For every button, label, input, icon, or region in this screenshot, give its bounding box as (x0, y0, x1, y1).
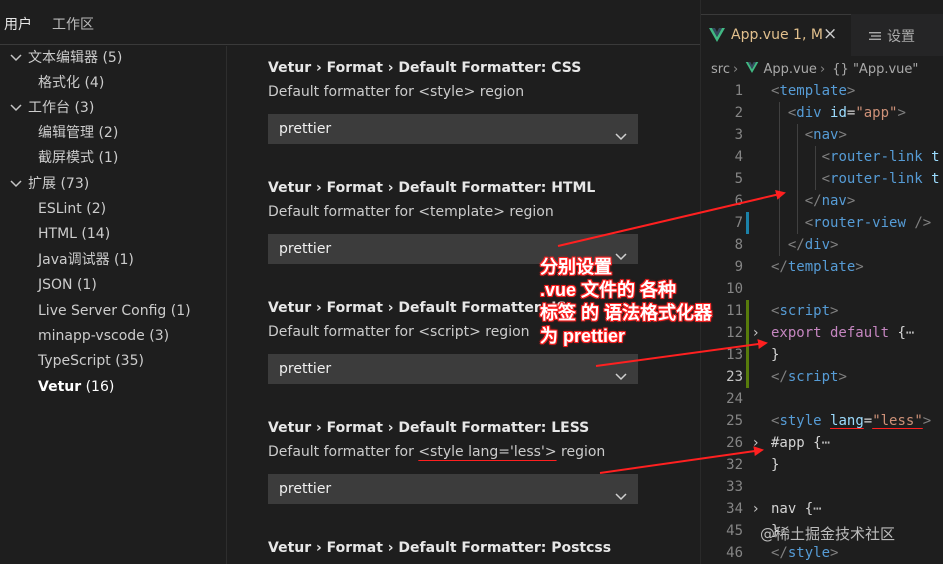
arrow-to-style (599, 446, 764, 474)
annotation-arrows (557, 189, 786, 474)
annotation-callout: 分别设置 .vue 文件的 各种 标签 的 语法格式化器 为 prettier (540, 257, 713, 346)
watermark: @稀土掘金技术社区 (760, 525, 896, 543)
arrow-to-template (557, 189, 786, 247)
